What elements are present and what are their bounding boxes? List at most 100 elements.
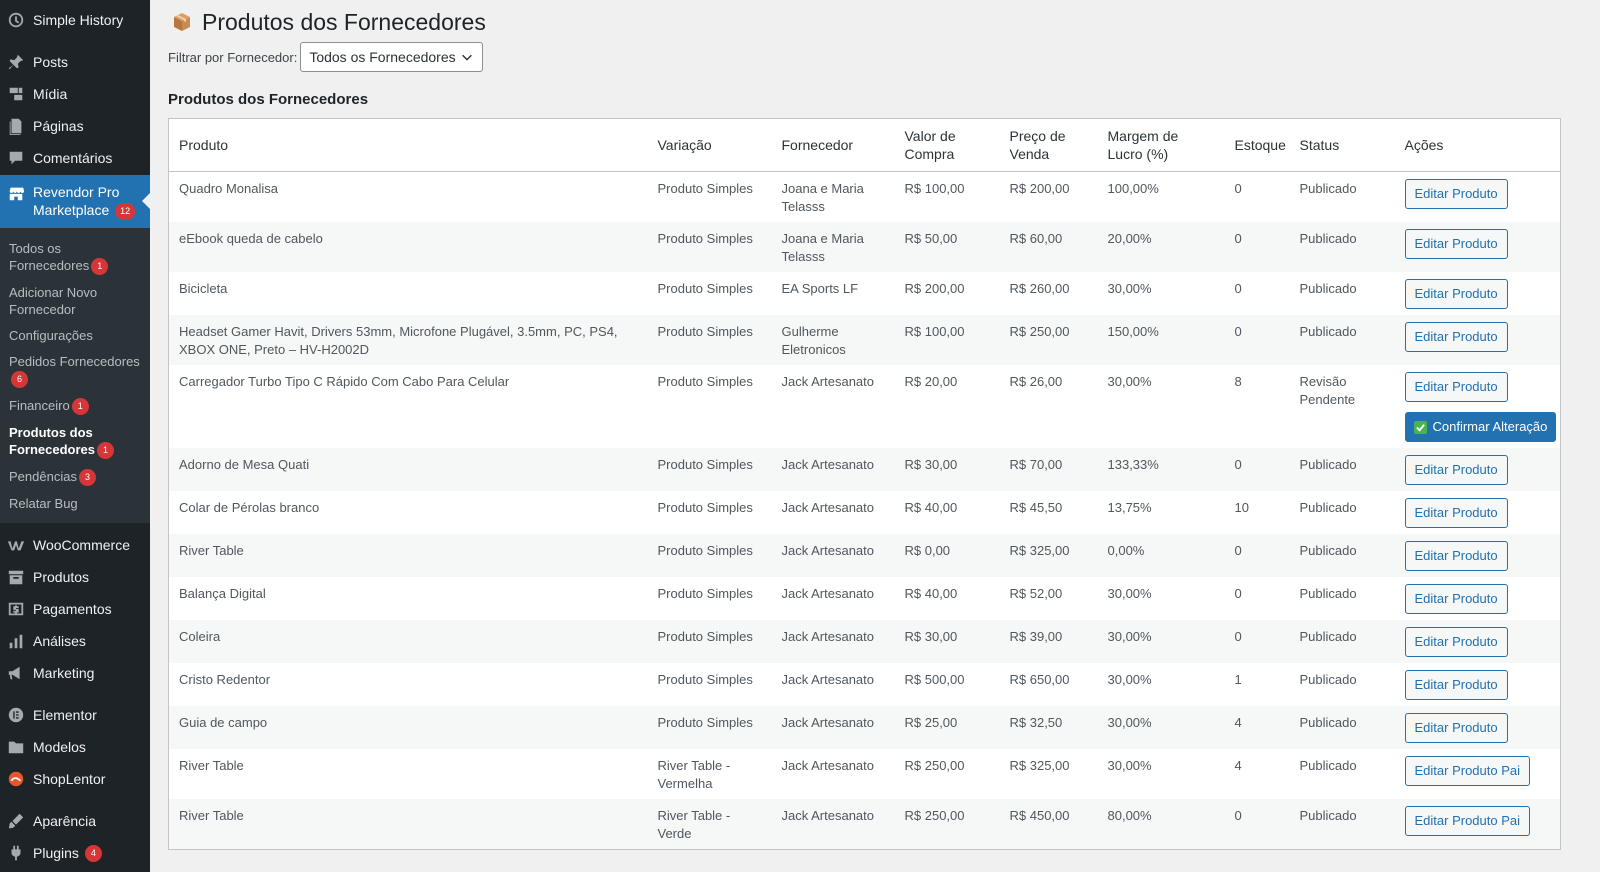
table-row: Quadro Monalisa Produto Simples Joana e Ma… xyxy=(169,172,1561,223)
cell-variacao: River Table - Vermelha xyxy=(657,758,731,791)
cell-valor-compra: R$ 25,00 xyxy=(894,706,1000,749)
edit-product-button[interactable]: Editar Produto xyxy=(1404,229,1508,259)
edit-product-button[interactable]: Editar Produto xyxy=(1404,670,1508,700)
cell-valor-compra: R$ 50,00 xyxy=(894,222,1000,272)
submenu-item-financeiro[interactable]: Financeiro 1 xyxy=(0,393,150,420)
cell-preco-venda: R$ 325,00 xyxy=(999,534,1098,577)
menu-item-woocommerce[interactable]: WooCommerce xyxy=(0,533,150,557)
cell-variacao: Produto Simples xyxy=(647,448,772,491)
cell-produto: Bicicleta xyxy=(179,281,228,296)
column-header-fornecedor[interactable]: Fornecedor xyxy=(771,118,895,172)
edit-product-button[interactable]: Editar Produto xyxy=(1404,713,1508,743)
cell-fornecedor: Jack Artesanato xyxy=(781,500,875,515)
edit-parent-product-button[interactable]: Editar Produto Pai xyxy=(1404,756,1531,786)
submenu-item-pedidos-fornecedores[interactable]: Pedidos Fornecedores6 xyxy=(0,349,150,393)
cell-produto: Coleira xyxy=(168,620,648,663)
confirm-change-label: Confirmar Alteração xyxy=(1432,419,1548,434)
edit-product-button[interactable]: Editar Produto xyxy=(1404,372,1508,402)
supplier-select[interactable]: Todos os Fornecedores xyxy=(300,42,484,72)
menu-item-label: Aparência xyxy=(33,813,97,830)
cell-variacao: Produto Simples xyxy=(657,181,753,196)
column-header-status[interactable]: Status xyxy=(1289,118,1395,172)
edit-product-button[interactable]: Editar Produto xyxy=(1404,322,1508,352)
submenu-item-adicionar-novo-fornecedor[interactable]: Adicionar Novo Fornecedor xyxy=(0,280,150,323)
cell-fornecedor: Jack Artesanato xyxy=(771,706,895,749)
cell-produto: eEbook queda de cabelo xyxy=(168,222,648,272)
menu-item-marketing[interactable]: Marketing xyxy=(0,661,150,685)
submenu-item-label: Adicionar Novo Fornecedor xyxy=(9,284,98,317)
shoplentor-icon xyxy=(6,769,26,789)
table-row: Bicicleta Produto Simples EA Sports LF R$ 2… xyxy=(169,272,1561,315)
edit-product-button[interactable]: Editar Produto xyxy=(1404,498,1508,528)
cell-preco-venda: R$ 32,50 xyxy=(999,706,1098,749)
submenu-item-relatar-bug[interactable]: Relatar Bug xyxy=(0,491,150,517)
edit-product-button[interactable]: Editar Produto xyxy=(1404,627,1508,657)
menu-item-m-dia[interactable]: Mídia xyxy=(0,82,150,106)
cell-acoes: Editar Produto Confirmar Alteração xyxy=(1395,365,1561,448)
cell-fornecedor: Joana e Maria Telasss xyxy=(781,181,864,214)
menu-item-shoplentor[interactable]: ShopLentor xyxy=(0,767,150,791)
menu-item-an-lises[interactable]: Análises xyxy=(0,629,150,653)
cell-margem: 30,00% xyxy=(1107,586,1152,601)
column-header-produto[interactable]: Produto xyxy=(168,118,648,172)
confirm-change-button[interactable]: Confirmar Alteração xyxy=(1404,412,1557,442)
menu-item-produtos[interactable]: Produtos xyxy=(0,565,150,589)
menu-item-pagamentos[interactable]: Pagamentos xyxy=(0,597,150,621)
cell-estoque: 0 xyxy=(1234,181,1242,196)
menu-item-coment-rios[interactable]: Comentários xyxy=(0,146,150,170)
cell-margem: 20,00% xyxy=(1097,222,1225,272)
cell-valor-compra: R$ 40,00 xyxy=(904,500,958,515)
menu-item-apar-ncia[interactable]: Aparência xyxy=(0,809,150,833)
table-row: Balança Digital Produto Simples Jack Artes… xyxy=(169,577,1561,620)
cell-acoes: Editar Produto xyxy=(1395,172,1561,223)
menu-item-elementor[interactable]: Elementor xyxy=(0,703,150,727)
column-header-valor-compra[interactable]: Valor de Compra xyxy=(894,118,1000,172)
menu-item-posts[interactable]: Posts xyxy=(0,50,150,74)
store-icon xyxy=(6,183,26,203)
column-header-acoes: Ações xyxy=(1394,118,1561,172)
filter-label: Filtrar por Fornecedor: xyxy=(168,49,298,65)
submenu-item-configura-es[interactable]: Configurações xyxy=(0,323,150,349)
menu-item-label: Produtos xyxy=(33,569,90,586)
column-header-estoque[interactable]: Estoque xyxy=(1224,118,1290,172)
cell-estoque: 8 xyxy=(1234,374,1242,389)
cell-preco-venda: R$ 60,00 xyxy=(999,222,1098,272)
menu-item-plugins[interactable]: Plugins 4 xyxy=(0,841,150,865)
cell-acoes: Editar Produto xyxy=(1394,315,1561,365)
menu-item-simple-history[interactable]: Simple History xyxy=(0,8,150,32)
notification-badge: 1 xyxy=(71,397,89,415)
cell-estoque: 4 xyxy=(1224,706,1290,749)
column-header-variacao[interactable]: Variação xyxy=(647,118,772,172)
submenu-item-produtos-dos-fornecedores[interactable]: Produtos dos Fornecedores 1 xyxy=(0,420,150,464)
notification-badge: 1 xyxy=(96,442,114,460)
menu-item-revendor-pro[interactable]: Revendor Pro Marketplace 12 xyxy=(0,175,150,228)
column-header-margem[interactable]: Margem de Lucro (%) xyxy=(1097,118,1225,172)
edit-product-button[interactable]: Editar Produto xyxy=(1404,584,1508,614)
edit-product-button[interactable]: Editar Produto xyxy=(1404,279,1508,309)
cell-acoes: Editar Produto Pai xyxy=(1395,749,1561,799)
edit-parent-product-button[interactable]: Editar Produto Pai xyxy=(1404,806,1531,836)
edit-product-button[interactable]: Editar Produto xyxy=(1404,541,1508,571)
cell-valor-compra: R$ 250,00 xyxy=(904,758,965,773)
history-icon xyxy=(6,10,26,30)
submenu-item-pend-ncias[interactable]: Pendências 3 xyxy=(0,464,150,491)
brush-icon xyxy=(6,811,26,831)
menu-item-modelos[interactable]: Modelos xyxy=(0,735,150,759)
cell-estoque: 4 xyxy=(1234,758,1242,773)
cell-status: Publicado xyxy=(1289,534,1395,577)
menu-item-p-ginas[interactable]: Páginas xyxy=(0,114,150,138)
edit-product-button[interactable]: Editar Produto xyxy=(1404,179,1508,209)
cell-acoes: Editar Produto xyxy=(1394,448,1561,491)
edit-product-button[interactable]: Editar Produto xyxy=(1404,455,1508,485)
menu-item-label: Simple History xyxy=(33,12,124,28)
cell-preco-venda: R$ 39,00 xyxy=(999,620,1098,663)
cell-variacao: River Table - Verde xyxy=(647,799,772,850)
column-header-preco-venda[interactable]: Preço de Venda xyxy=(999,118,1098,172)
cell-status: Publicado xyxy=(1289,315,1395,365)
main-content: Produtos dos Fornecedores Filtrar por Fo… xyxy=(168,0,1580,850)
cell-variacao: Produto Simples xyxy=(647,315,772,365)
menu-item-label: Análises xyxy=(33,633,86,650)
notification-badge: 6 xyxy=(11,370,28,388)
submenu-item-todos-os-fornecedores[interactable]: Todos os Fornecedores 1 xyxy=(0,236,150,280)
menu-item-label: Páginas xyxy=(33,118,84,134)
